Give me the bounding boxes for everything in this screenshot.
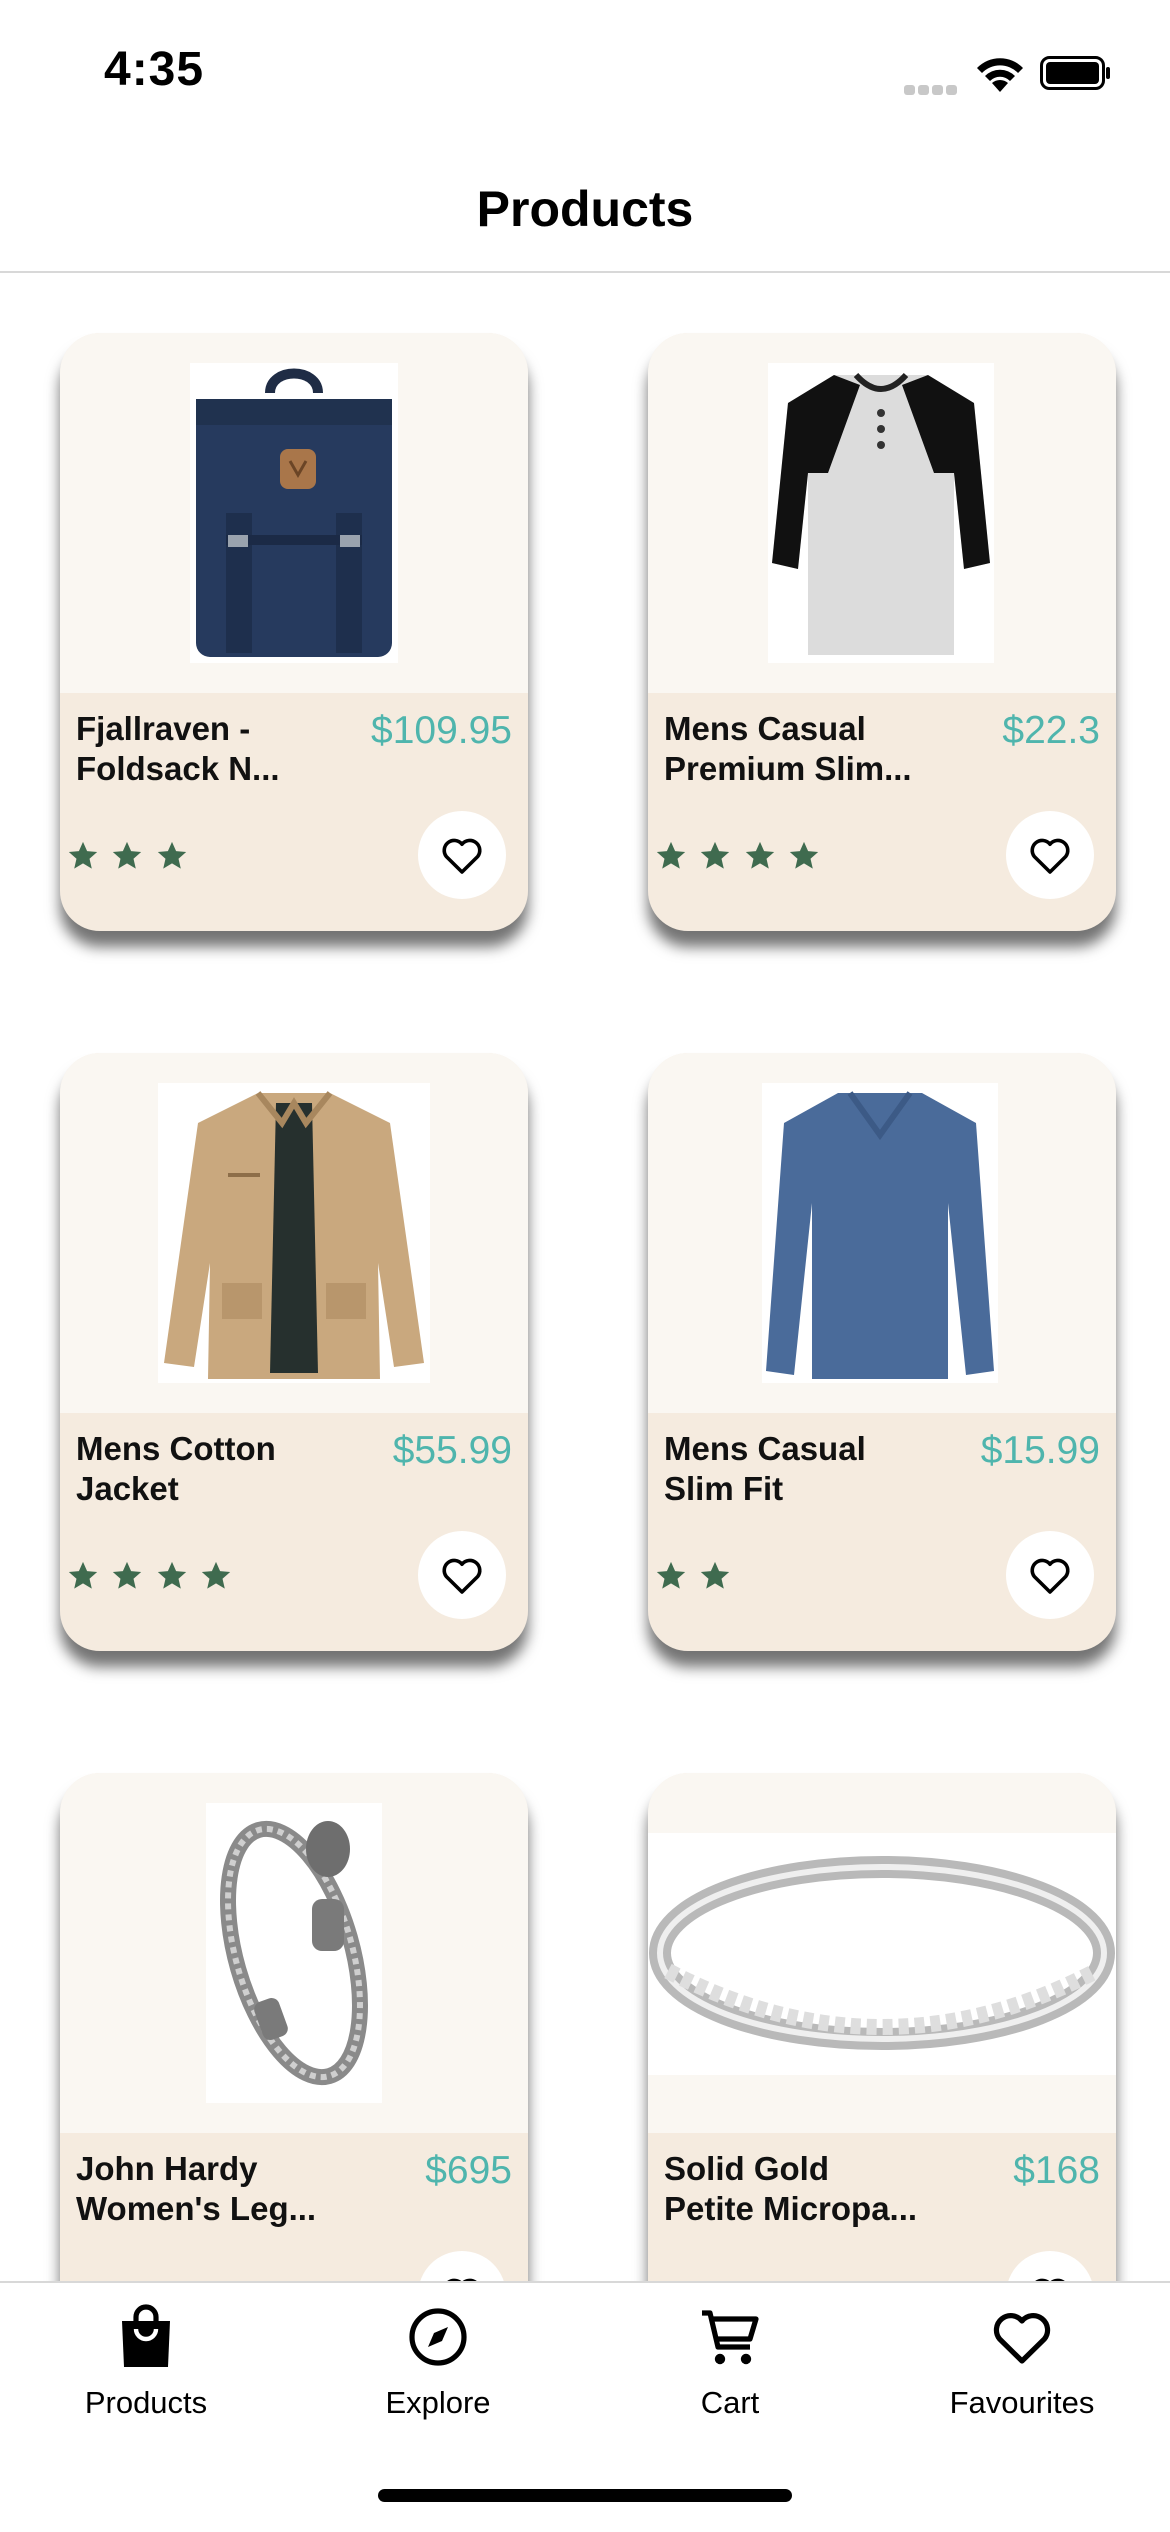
product-name: Fjallraven - Foldsack N...: [76, 710, 280, 787]
app-screen: 4:35 Products Fjallraven - Foldsack N...…: [0, 0, 1170, 2532]
star-icon: [68, 841, 98, 869]
heart-outline-icon: [442, 838, 482, 874]
star-icon: [701, 841, 730, 869]
product-price: $109.95: [371, 709, 512, 752]
tab-label: Explore: [385, 2385, 491, 2420]
compass-icon: [409, 2308, 467, 2366]
star-icon: [157, 1561, 187, 1589]
product-image-area: [60, 333, 528, 693]
star-icon: [202, 1561, 231, 1589]
battery-icon: [1040, 56, 1110, 90]
product-rating: [66, 1559, 239, 1595]
cellular-signal-icon: [904, 82, 960, 95]
status-bar: 4:35: [0, 0, 1170, 140]
page-title: Products: [476, 181, 694, 237]
star-icon: [113, 841, 142, 869]
product-image-area: [60, 1053, 528, 1413]
star-icon: [745, 841, 775, 869]
product-card[interactable]: Mens Casual Slim Fit $15.99: [648, 1053, 1116, 1651]
product-price: $55.99: [392, 1429, 512, 1472]
product-image-backpack: [190, 363, 398, 663]
product-rating: [66, 839, 195, 875]
star-icon: [157, 841, 187, 869]
product-price: $15.99: [980, 1429, 1100, 1472]
heart-outline-icon: [1035, 2278, 1065, 2281]
product-name: John Hardy Women's Leg...: [76, 2150, 317, 2227]
product-image-area: [648, 333, 1116, 693]
star-icon: [656, 1561, 686, 1589]
favourite-button[interactable]: [1006, 811, 1094, 899]
favourite-button[interactable]: [418, 811, 506, 899]
product-image-area: [60, 1773, 528, 2133]
tab-cart[interactable]: Cart: [584, 2303, 876, 2453]
heart-outline-icon: [1030, 838, 1070, 874]
wifi-icon: [977, 58, 1023, 92]
heart-outline-icon: [442, 1558, 482, 1594]
heart-icon: [993, 2313, 1051, 2364]
product-price: $22.3: [1002, 709, 1100, 752]
shopping-bag-icon: [122, 2304, 170, 2367]
favourite-button[interactable]: [418, 2251, 506, 2281]
star-icon: [790, 841, 819, 869]
star-icon: [68, 1561, 98, 1589]
product-card[interactable]: Solid Gold Petite Micropa... $168: [648, 1773, 1116, 2281]
status-time: 4:35: [104, 43, 205, 96]
product-image-tee: [762, 1083, 998, 1383]
tab-explore[interactable]: Explore: [292, 2303, 584, 2453]
product-price: $695: [425, 2149, 512, 2192]
tab-favourites[interactable]: Favourites: [876, 2303, 1168, 2453]
cart-icon: [702, 2310, 759, 2365]
product-name: Mens Cotton Jacket: [76, 1430, 276, 1507]
product-image-area: [648, 1053, 1116, 1413]
product-rating: [654, 839, 827, 875]
tab-products[interactable]: Products: [0, 2303, 292, 2453]
tab-label: Cart: [700, 2385, 760, 2420]
favourite-button[interactable]: [418, 1531, 506, 1619]
nav-header: Products: [0, 140, 1170, 273]
product-name: Mens Casual Premium Slim...: [664, 710, 912, 787]
heart-outline-icon: [1030, 1558, 1070, 1594]
product-name: Solid Gold Petite Micropa...: [664, 2150, 918, 2227]
star-icon: [701, 1561, 730, 1589]
star-icon: [113, 1561, 142, 1589]
star-icon: [656, 841, 686, 869]
product-grid[interactable]: Fjallraven - Foldsack N... $109.95 Mens …: [0, 273, 1170, 2281]
home-indicator[interactable]: [378, 2489, 792, 2502]
product-image-area: [648, 1773, 1116, 2133]
product-image-shirt: [768, 363, 994, 663]
product-rating: [654, 1559, 738, 1595]
product-image-bracelet: [206, 1803, 382, 2103]
product-card[interactable]: Mens Cotton Jacket $55.99: [60, 1053, 528, 1651]
product-image-jacket: [158, 1083, 430, 1383]
favourite-button[interactable]: [1006, 1531, 1094, 1619]
product-card[interactable]: John Hardy Women's Leg... $695: [60, 1773, 528, 2281]
product-card[interactable]: Fjallraven - Foldsack N... $109.95: [60, 333, 528, 931]
heart-outline-icon: [447, 2278, 477, 2281]
product-card[interactable]: Mens Casual Premium Slim... $22.3: [648, 333, 1116, 931]
product-name: Mens Casual Slim Fit: [664, 1430, 866, 1507]
tab-label: Favourites: [949, 2385, 1095, 2420]
product-image-ring: [648, 1833, 1116, 2075]
tab-label: Products: [84, 2385, 208, 2420]
favourite-button[interactable]: [1006, 2251, 1094, 2281]
product-price: $168: [1013, 2149, 1100, 2192]
